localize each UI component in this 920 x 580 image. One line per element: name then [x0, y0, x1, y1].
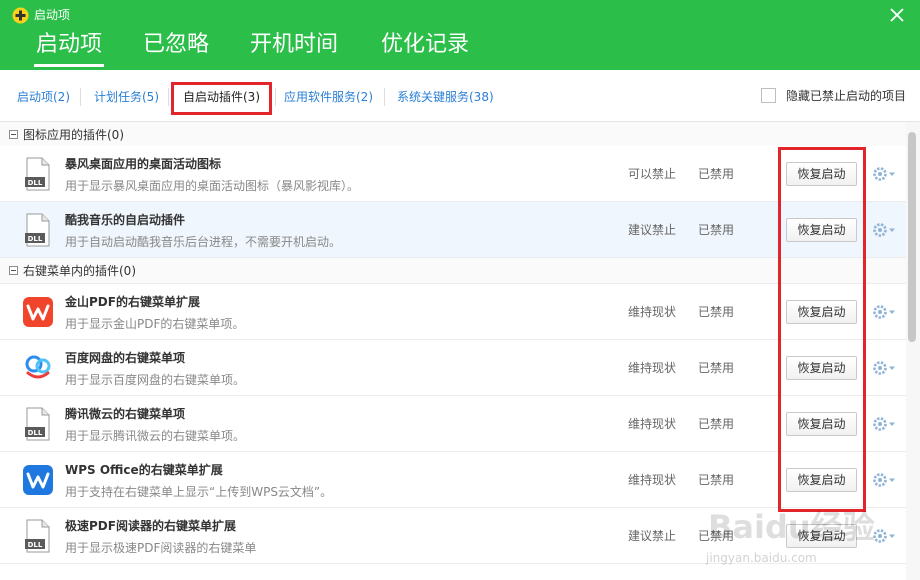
gear-dropdown-icon[interactable] — [872, 165, 896, 183]
watermark-text: Baidu经验 — [708, 508, 875, 546]
wps-pdf-icon — [23, 297, 53, 327]
highlight-box-tab — [171, 82, 272, 115]
sub-tab-bar: 启动项(2) 计划任务(5) 自启动插件(3) 应用软件服务(2) 系统关键服务… — [0, 70, 920, 122]
plugin-status: 已禁用 — [698, 223, 735, 237]
gear-dropdown-icon[interactable] — [872, 221, 896, 239]
plugin-row[interactable]: DLL 腾讯微云的右键菜单项 用于显示腾讯微云的右键菜单项。 维持现状 已禁用 … — [0, 396, 906, 452]
plugin-status: 已禁用 — [698, 473, 735, 487]
subtab-divider — [275, 88, 276, 106]
group-label: 右键菜单内的插件(0) — [23, 264, 136, 278]
plugin-name: 酷我音乐的自启动插件 — [65, 213, 186, 227]
plugin-name: 金山PDF的右键菜单扩展 — [65, 295, 200, 309]
group-header-context-menu: 右键菜单内的插件(0) — [0, 258, 906, 284]
startup-manager-window: 启动项 启动项 已忽略 开机时间 优化记录 启动项(2) 计划任务(5) 自启动… — [0, 0, 920, 580]
collapse-toggle[interactable] — [9, 130, 18, 139]
watermark-subtext: jingyan.baidu.com — [705, 551, 817, 565]
plugin-status: 已禁用 — [698, 305, 735, 319]
plugin-status: 已禁用 — [698, 361, 735, 375]
collapse-toggle[interactable] — [9, 266, 18, 275]
plugin-description: 用于显示百度网盘的右键菜单项。 — [65, 373, 246, 387]
plugin-advice: 维持现状 — [628, 417, 677, 431]
hide-disabled-checkbox[interactable] — [761, 88, 776, 103]
svg-text:DLL: DLL — [28, 179, 43, 187]
tab-boot-time[interactable]: 开机时间 — [250, 30, 338, 60]
app-logo-icon — [12, 7, 29, 24]
gear-dropdown-icon[interactable] — [872, 471, 896, 489]
plugin-advice: 建议禁止 — [628, 529, 677, 543]
plugin-row[interactable]: DLL 酷我音乐的自启动插件 用于自动启动酷我音乐后台进程，不需要开机启动。 建… — [0, 202, 906, 258]
tab-startup-items[interactable]: 启动项 — [33, 30, 105, 67]
group-label: 图标应用的插件(0) — [23, 128, 124, 142]
wps-office-icon — [23, 465, 53, 495]
plugin-status: 已禁用 — [698, 417, 735, 431]
baidu-jingyan-watermark: Baidu经验 jingyan.baidu.com — [705, 508, 875, 565]
tab-optimize-history[interactable]: 优化记录 — [381, 30, 469, 60]
gear-dropdown-icon[interactable] — [872, 415, 896, 433]
subtab-scheduled-tasks[interactable]: 计划任务(5) — [94, 89, 159, 105]
plugin-description: 用于显示金山PDF的右键菜单项。 — [65, 317, 245, 331]
baidu-netdisk-icon — [25, 355, 51, 379]
tab-ignored[interactable]: 已忽略 — [143, 30, 209, 60]
subtab-divider — [384, 88, 385, 106]
subtab-divider — [80, 88, 81, 106]
highlight-box-buttons — [778, 147, 866, 512]
plugin-description: 用于显示极速PDF阅读器的右键菜单 — [65, 541, 257, 555]
plugin-row[interactable]: 百度网盘的右键菜单项 用于显示百度网盘的右键菜单项。 维持现状 已禁用 恢复启动 — [0, 340, 906, 396]
subtab-app-services[interactable]: 应用软件服务(2) — [284, 89, 373, 105]
hide-disabled-label: 隐藏已禁止启动的项目 — [786, 89, 907, 103]
plugin-name: 腾讯微云的右键菜单项 — [65, 407, 186, 421]
gear-dropdown-icon[interactable] — [872, 359, 896, 377]
dll-file-icon: DLL — [25, 407, 50, 441]
plugin-description: 用于显示腾讯微云的右键菜单项。 — [65, 429, 246, 443]
dll-file-icon: DLL — [25, 213, 50, 247]
plugin-description: 用于支持在右键菜单上显示“上传到WPS云文档”。 — [65, 485, 333, 499]
plugin-advice: 维持现状 — [628, 473, 677, 487]
dll-file-icon: DLL — [25, 519, 50, 553]
window-title: 启动项 — [34, 8, 71, 22]
plugin-advice: 维持现状 — [628, 361, 677, 375]
plugin-description: 用于显示暴风桌面应用的桌面活动图标（暴风影视库）。 — [65, 179, 360, 193]
dll-file-icon: DLL — [25, 157, 50, 191]
subtab-startup[interactable]: 启动项(2) — [17, 89, 70, 105]
plugin-row[interactable]: 金山PDF的右键菜单扩展 用于显示金山PDF的右键菜单项。 维持现状 已禁用 恢… — [0, 284, 906, 340]
plugin-name: 百度网盘的右键菜单项 — [65, 351, 186, 365]
title-bar: 启动项 启动项 已忽略 开机时间 优化记录 — [0, 0, 920, 70]
svg-text:DLL: DLL — [28, 429, 43, 437]
plugin-row[interactable]: DLL 暴风桌面应用的桌面活动图标 用于显示暴风桌面应用的桌面活动图标（暴风影视… — [0, 146, 906, 202]
scrollbar-thumb[interactable] — [908, 132, 916, 342]
plugin-advice: 维持现状 — [628, 305, 677, 319]
plugin-advice: 可以禁止 — [628, 167, 677, 181]
group-header-icon-apps: 图标应用的插件(0) — [0, 122, 906, 148]
gear-dropdown-icon[interactable] — [872, 303, 896, 321]
plugin-name: 极速PDF阅读器的右键菜单扩展 — [65, 519, 236, 533]
plugin-name: 暴风桌面应用的桌面活动图标 — [65, 157, 222, 171]
plugin-advice: 建议禁止 — [628, 223, 677, 237]
svg-text:DLL: DLL — [28, 235, 43, 243]
plugin-description: 用于自动启动酷我音乐后台进程，不需要开机启动。 — [65, 235, 342, 249]
plugin-status: 已禁用 — [698, 167, 735, 181]
subtab-system-services[interactable]: 系统关键服务(38) — [397, 89, 494, 105]
subtab-divider — [168, 88, 169, 106]
close-icon[interactable] — [888, 6, 906, 24]
svg-text:DLL: DLL — [28, 541, 43, 549]
plugin-name: WPS Office的右键菜单扩展 — [65, 463, 223, 477]
